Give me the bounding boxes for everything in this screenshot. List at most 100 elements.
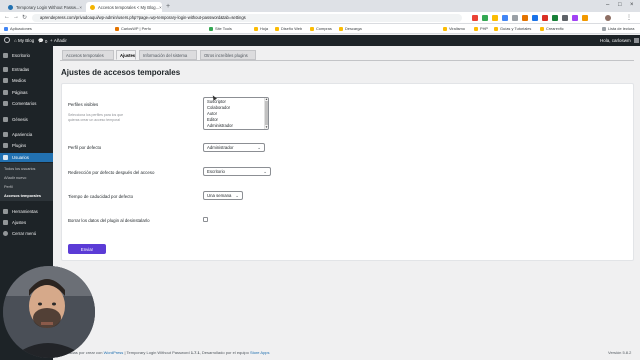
scrollbar-thumb[interactable] bbox=[265, 101, 268, 125]
default-profile-select[interactable]: Administrador ⌄ bbox=[203, 143, 265, 152]
forward-icon[interactable]: → bbox=[13, 14, 19, 20]
sidebar-item-usuarios[interactable]: Usuarios bbox=[0, 153, 53, 162]
settings-icon bbox=[3, 220, 8, 225]
back-icon[interactable]: ← bbox=[4, 14, 10, 20]
expiry-select[interactable]: Una semana ⌄ bbox=[203, 191, 243, 200]
bookmark-item[interactable]: Compras bbox=[310, 26, 332, 31]
wordpress-link[interactable]: WordPress bbox=[104, 350, 124, 355]
presenter-portrait-image bbox=[3, 266, 95, 358]
extension-icon[interactable] bbox=[552, 15, 558, 21]
bookmark-item[interactable]: CarlosWP | Perfo bbox=[115, 26, 151, 31]
bookmark-item[interactable]: Aplicaciones bbox=[4, 26, 32, 31]
bookmark-item[interactable]: Hoja bbox=[254, 26, 268, 31]
expiry-label: Tiempo de caducidad por defecto bbox=[68, 194, 134, 199]
minimize-icon[interactable]: – bbox=[606, 2, 609, 8]
new-tab-icon[interactable]: + bbox=[166, 3, 170, 10]
account-menu[interactable]: Hola, carloswm bbox=[600, 38, 639, 43]
tab-informacion-sistema[interactable]: Información del sistema bbox=[139, 50, 197, 60]
listbox-scrollbar[interactable]: ▲ ▼ bbox=[264, 98, 268, 129]
page-icon bbox=[3, 90, 8, 95]
submenu-accesos-temporales[interactable]: Accesos temporales bbox=[4, 194, 41, 198]
dashboard-icon bbox=[3, 53, 8, 58]
extension-icon[interactable] bbox=[512, 15, 518, 21]
wordpress-logo-icon[interactable] bbox=[4, 37, 10, 43]
chevron-down-icon: ⌄ bbox=[257, 145, 261, 150]
extension-icon[interactable] bbox=[492, 15, 498, 21]
submenu-todos-usuarios[interactable]: Todos los usuarios bbox=[4, 167, 35, 171]
bookmark-item[interactable]: Descarga bbox=[339, 26, 362, 31]
submenu-anadir-nuevo[interactable]: Añadir nuevo bbox=[4, 176, 26, 180]
tab-accesos-temporales[interactable]: Accesos temporales bbox=[62, 50, 114, 60]
delete-data-checkbox[interactable] bbox=[203, 217, 208, 222]
chevron-down-icon: ⌄ bbox=[263, 169, 267, 174]
tab-ajustes[interactable]: Ajustes bbox=[116, 50, 136, 60]
sidebar-item-apariencia[interactable]: Apariencia bbox=[0, 130, 53, 139]
sidebar-item-genesis[interactable]: Génesis bbox=[0, 115, 53, 124]
submenu-perfil[interactable]: Perfil bbox=[4, 185, 13, 189]
footer-credits: Gracias por crear con WordPress | Tempor… bbox=[64, 350, 270, 355]
sidebar-item-plugins[interactable]: Plugins bbox=[0, 141, 53, 150]
menu-kebab-icon[interactable]: ⋮ bbox=[626, 14, 632, 21]
extension-icon[interactable] bbox=[562, 15, 568, 21]
browser-tab-inactive[interactable]: Temporary Login Without Passw... × bbox=[4, 2, 84, 12]
extension-icon[interactable] bbox=[572, 15, 578, 21]
extension-icon[interactable] bbox=[522, 15, 528, 21]
tabs-divider bbox=[60, 60, 634, 61]
plugin-icon bbox=[3, 143, 8, 148]
profile-avatar[interactable] bbox=[605, 15, 611, 21]
sidebar-item-escritorio[interactable]: Escritorio bbox=[0, 51, 53, 60]
store-apps-link[interactable]: Store Apps bbox=[250, 350, 270, 355]
close-icon[interactable]: × bbox=[79, 5, 82, 10]
listbox-option[interactable]: Autor bbox=[207, 111, 217, 116]
sidebar-item-herramientas[interactable]: Herramientas bbox=[0, 207, 53, 216]
visible-profiles-listbox[interactable]: Suscriptor Colaborador Autor Editor Admi… bbox=[203, 97, 269, 130]
listbox-option[interactable]: Suscriptor bbox=[207, 99, 226, 104]
bookmark-item[interactable]: Site Tools bbox=[209, 26, 232, 31]
sidebar-item-comentarios[interactable]: Comentarios bbox=[0, 99, 53, 108]
listbox-option[interactable]: Administrador bbox=[207, 123, 233, 128]
reload-icon[interactable]: ↻ bbox=[22, 14, 27, 21]
url-field[interactable]: aprendepress.com/privadoaqui/wp-admin/us… bbox=[32, 14, 462, 22]
users-icon bbox=[3, 155, 8, 160]
extension-icon[interactable] bbox=[472, 15, 478, 21]
listbox-option[interactable]: Colaborador bbox=[207, 105, 230, 110]
submit-button[interactable]: Enviar bbox=[68, 244, 106, 254]
collapse-menu-button[interactable]: Cerrar menú bbox=[0, 229, 53, 238]
extension-icon[interactable] bbox=[532, 15, 538, 21]
sidebar-item-paginas[interactable]: Páginas bbox=[0, 88, 53, 97]
bookmark-item[interactable]: PHP bbox=[474, 26, 488, 31]
bookmark-item[interactable]: Crearexfic bbox=[540, 26, 564, 31]
listbox-option[interactable]: Editor bbox=[207, 117, 218, 122]
visible-profiles-description: Selecciona los perfiles para los que qui… bbox=[68, 113, 124, 122]
extension-icon[interactable] bbox=[482, 15, 488, 21]
delete-data-label: Borrar los datos del plugin al desinstal… bbox=[68, 218, 150, 223]
genesis-icon bbox=[3, 117, 8, 122]
browser-tab-bar: Temporary Login Without Passw... × Acces… bbox=[0, 0, 640, 12]
extension-icon[interactable] bbox=[502, 15, 508, 21]
plugin-version: 1.7.1 bbox=[190, 350, 200, 355]
favicon-icon bbox=[8, 4, 13, 10]
redirect-select[interactable]: Escritorio ⌄ bbox=[203, 167, 271, 176]
default-profile-label: Perfil por defecto bbox=[68, 145, 102, 150]
extension-icon[interactable] bbox=[542, 15, 548, 21]
sidebar-item-entradas[interactable]: Entradas bbox=[0, 65, 53, 74]
sidebar-item-medios[interactable]: Medios bbox=[0, 76, 53, 85]
bookmark-item[interactable]: Viralismo bbox=[443, 26, 465, 31]
bookmark-item[interactable]: Diseño Web bbox=[275, 26, 302, 31]
comments-link[interactable]: 💬 0 bbox=[38, 38, 47, 44]
extension-icon[interactable] bbox=[582, 15, 588, 21]
visible-profiles-label: Perfiles visibles bbox=[68, 102, 99, 107]
site-name-link[interactable]: ⌂ My Blog bbox=[14, 38, 34, 43]
sidebar-item-ajustes[interactable]: Ajustes bbox=[0, 218, 53, 227]
bookmark-item[interactable]: Lista de lectura bbox=[602, 26, 634, 31]
tab-otros-plugins[interactable]: Otros increíbles plugins bbox=[200, 50, 256, 60]
scroll-down-icon[interactable]: ▼ bbox=[265, 126, 268, 129]
maximize-icon[interactable]: □ bbox=[618, 2, 622, 8]
bookmark-item[interactable]: Guías y Tutoriales bbox=[494, 26, 531, 31]
close-icon[interactable]: × bbox=[159, 5, 162, 10]
comment-icon bbox=[3, 101, 8, 106]
new-content-link[interactable]: + Añadir bbox=[50, 38, 67, 43]
browser-tab-active[interactable]: Accesos temporales < My Blog... × bbox=[86, 2, 162, 12]
close-window-icon[interactable]: × bbox=[630, 2, 634, 8]
pin-icon bbox=[3, 67, 8, 72]
